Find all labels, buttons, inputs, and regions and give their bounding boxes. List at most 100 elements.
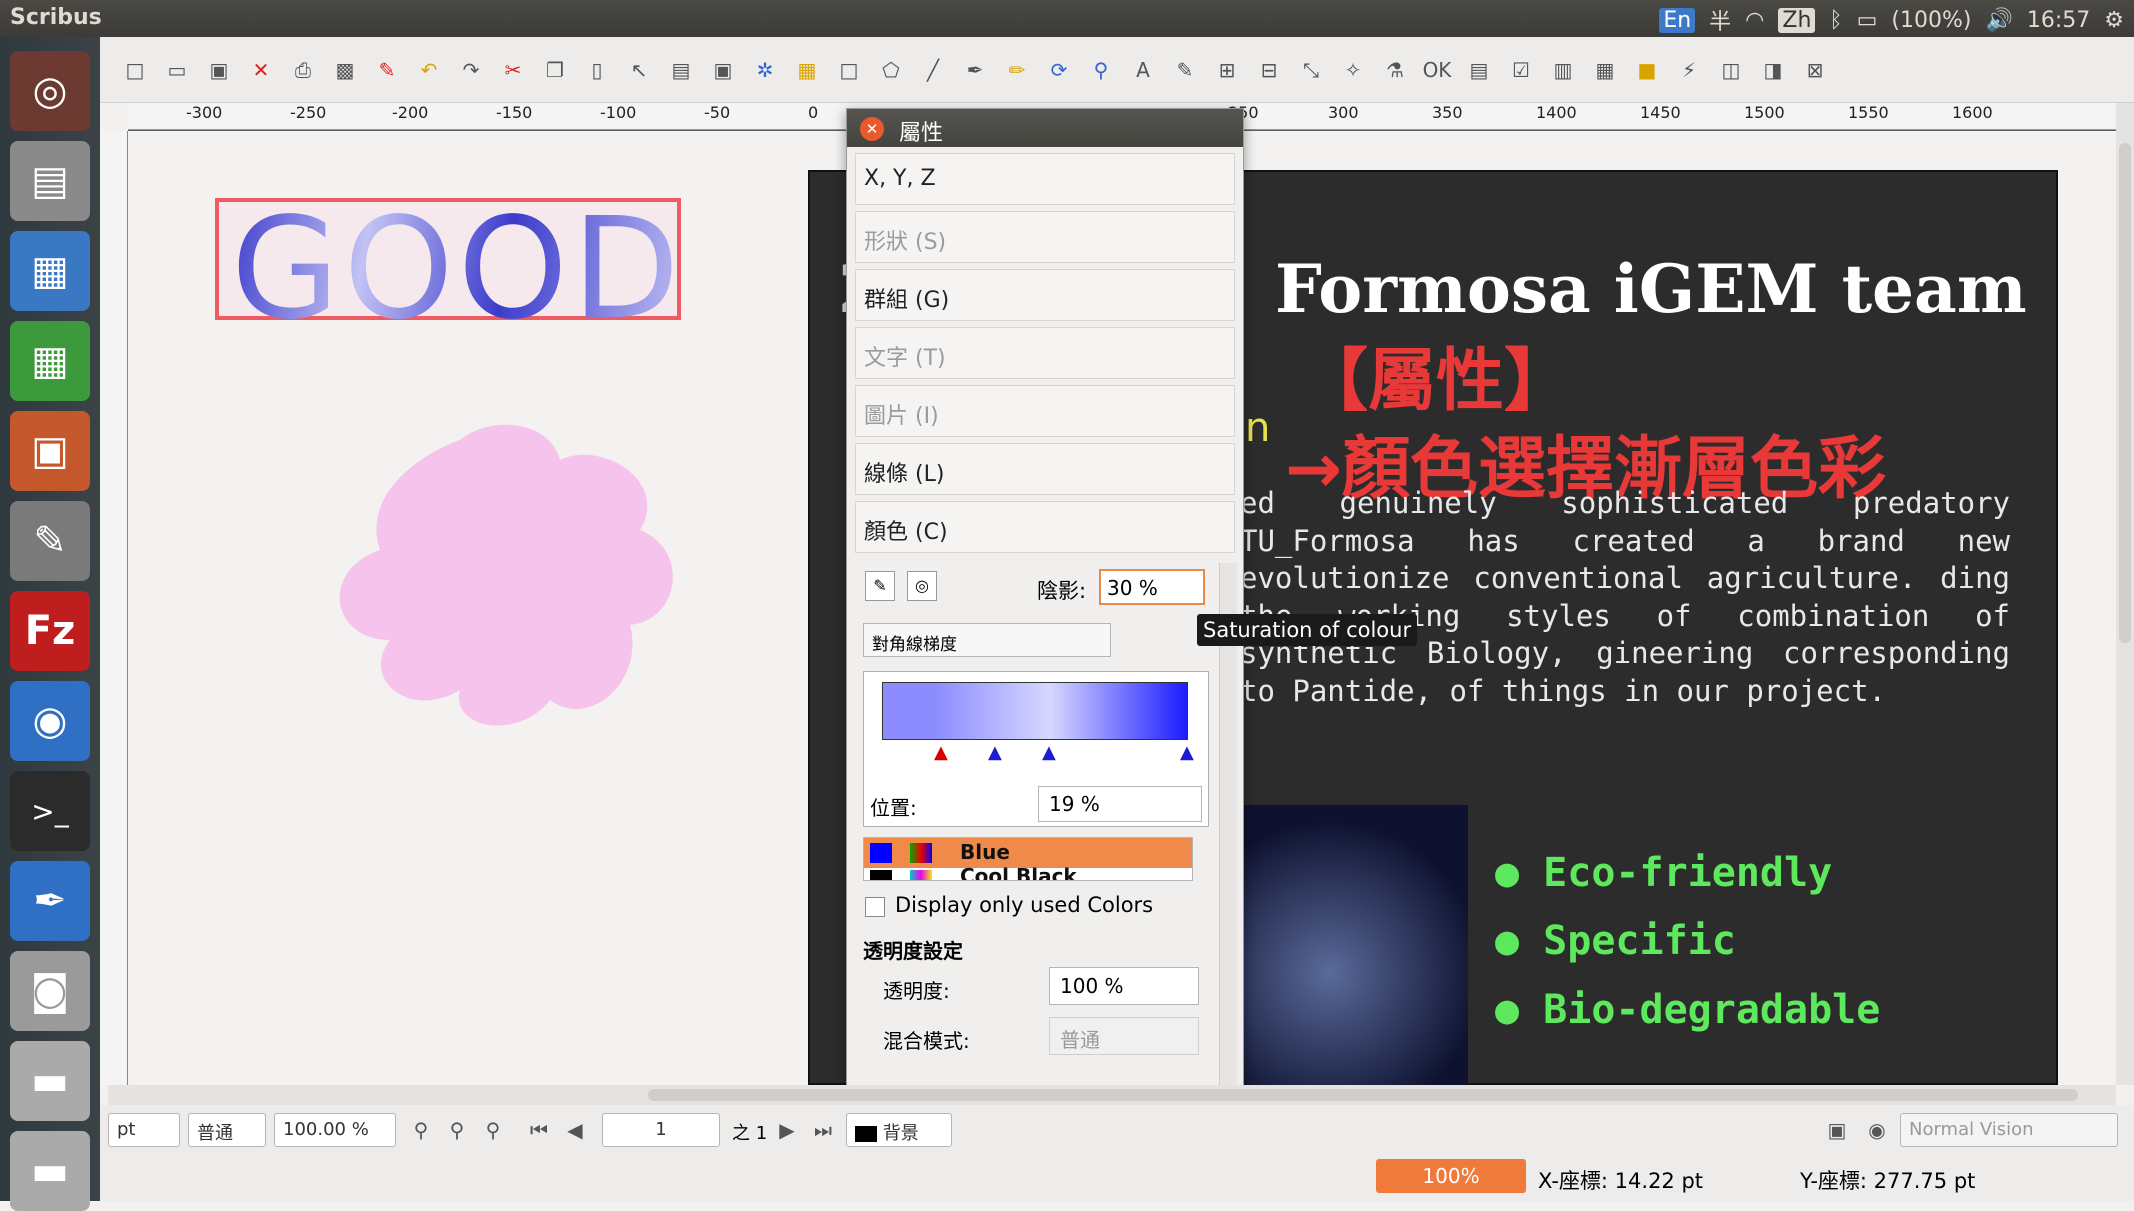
bluetooth-icon[interactable]: ᛒ: [1829, 8, 1842, 33]
unlink-frames-icon[interactable]: ⊟: [1254, 55, 1284, 85]
display-used-checkbox[interactable]: [865, 897, 885, 917]
gradient-stop[interactable]: ▲: [988, 742, 1002, 763]
copy-props-icon[interactable]: ✧: [1338, 55, 1368, 85]
last-page-icon[interactable]: ⏭: [808, 1115, 838, 1145]
layer-select[interactable]: 背景: [846, 1113, 952, 1147]
new-doc-icon[interactable]: □: [120, 55, 150, 85]
battery-icon[interactable]: ▭: [1857, 8, 1878, 33]
line-color-icon[interactable]: ✎: [865, 571, 895, 601]
rotate-icon[interactable]: ⟳: [1044, 55, 1074, 85]
vertical-scrollbar[interactable]: [2116, 103, 2134, 1085]
bezier-icon[interactable]: ✒: [960, 55, 990, 85]
fill-color-icon[interactable]: ◎: [907, 571, 937, 601]
gradient-type-select[interactable]: 對角線梯度: [863, 623, 1111, 657]
opacity-input[interactable]: 100 %: [1049, 967, 1199, 1005]
section-color[interactable]: 顏色 (C): [855, 501, 1235, 553]
zoom-input[interactable]: 100.00 %: [274, 1113, 396, 1147]
edit-mode-icon[interactable]: ◨: [1758, 55, 1788, 85]
color-list[interactable]: Blue Cool Black: [863, 837, 1193, 881]
panel-titlebar[interactable]: ✕ 屬性: [847, 109, 1243, 147]
color-list-item[interactable]: Cool Black: [864, 864, 1192, 880]
text-frame-icon[interactable]: ▤: [666, 55, 696, 85]
pdf-combobox-icon[interactable]: ▥: [1548, 55, 1578, 85]
position-input[interactable]: 19 %: [1038, 786, 1202, 822]
terminal-icon[interactable]: >_: [10, 771, 90, 851]
undo-icon[interactable]: ↶: [414, 55, 444, 85]
page-input[interactable]: 1: [602, 1113, 720, 1147]
chromium-icon[interactable]: ◉: [10, 681, 90, 761]
render-frame-icon[interactable]: ✲: [750, 55, 780, 85]
pdf-annotation-icon[interactable]: ■: [1632, 55, 1662, 85]
vision-eye-icon[interactable]: ◉: [1862, 1115, 1892, 1145]
polygon-icon[interactable]: ⬠: [876, 55, 906, 85]
half-width-indicator[interactable]: 半: [1709, 4, 1731, 36]
zoom-icon[interactable]: ⚲: [1086, 55, 1116, 85]
input-en-indicator[interactable]: En: [1659, 7, 1696, 33]
files-icon[interactable]: ▤: [10, 141, 90, 221]
select-icon[interactable]: ↖: [624, 55, 654, 85]
settings-icon[interactable]: ✎: [10, 501, 90, 581]
pdf-icon[interactable]: ✎: [372, 55, 402, 85]
image-mode-select[interactable]: 普通: [188, 1113, 266, 1147]
print-icon[interactable]: ⎙: [288, 55, 318, 85]
copy-icon[interactable]: ❐: [540, 55, 570, 85]
first-page-icon[interactable]: ⏮: [524, 1115, 554, 1145]
vertical-ruler[interactable]: [100, 131, 128, 1085]
table-icon[interactable]: ▦: [792, 55, 822, 85]
section-group[interactable]: 群組 (G): [855, 269, 1235, 321]
preview-mode-icon[interactable]: ◫: [1716, 55, 1746, 85]
vision-select[interactable]: Normal Vision: [1900, 1113, 2118, 1147]
clock[interactable]: 16:57: [2027, 8, 2090, 33]
gradient-stop[interactable]: ▲: [1180, 742, 1194, 763]
paste-icon[interactable]: ▯: [582, 55, 612, 85]
disk-icon[interactable]: ▬: [10, 1041, 90, 1121]
filezilla-icon[interactable]: Fz: [10, 591, 90, 671]
camera-icon[interactable]: ◙: [10, 951, 90, 1031]
calc-icon[interactable]: ▦: [10, 321, 90, 401]
horizontal-scrollbar[interactable]: [108, 1085, 2116, 1105]
freehand-icon[interactable]: ✏: [1002, 55, 1032, 85]
section-shape[interactable]: 形狀 (S): [855, 211, 1235, 263]
blend-mode-select[interactable]: 普通: [1049, 1017, 1199, 1055]
input-zh-indicator[interactable]: Zh: [1778, 7, 1816, 33]
zoom-100-icon[interactable]: ⚲: [442, 1115, 472, 1145]
ubuntu-icon[interactable]: ◎: [10, 51, 90, 131]
preflight-icon[interactable]: ▩: [330, 55, 360, 85]
redo-icon[interactable]: ↷: [456, 55, 486, 85]
next-page-icon[interactable]: ▶: [772, 1115, 802, 1145]
close-toolbar-icon[interactable]: ⊠: [1800, 55, 1830, 85]
section-image[interactable]: 圖片 (I): [855, 385, 1235, 437]
pdf-checkbox-icon[interactable]: ☑: [1506, 55, 1536, 85]
pdf-listbox-icon[interactable]: ▦: [1590, 55, 1620, 85]
writer-icon[interactable]: ▦: [10, 231, 90, 311]
close-doc-icon[interactable]: ✕: [246, 55, 276, 85]
disk2-icon[interactable]: ▬: [10, 1131, 90, 1211]
pdf-textfield-icon[interactable]: ▤: [1464, 55, 1494, 85]
flower-shape[interactable]: [320, 420, 710, 740]
section-text[interactable]: 文字 (T): [855, 327, 1235, 379]
close-icon[interactable]: ✕: [860, 117, 884, 141]
gradient-stop-selected[interactable]: ▲: [934, 742, 948, 763]
image-frame-icon[interactable]: ▣: [708, 55, 738, 85]
zoom-out-icon[interactable]: ⚲: [406, 1115, 436, 1145]
eyedropper-icon[interactable]: ⚗: [1380, 55, 1410, 85]
measure-icon[interactable]: ⤡: [1296, 55, 1326, 85]
pdf-link-icon[interactable]: ⚡: [1674, 55, 1704, 85]
section-xyz[interactable]: X, Y, Z: [855, 153, 1235, 205]
cut-icon[interactable]: ✂: [498, 55, 528, 85]
open-icon[interactable]: ▭: [162, 55, 192, 85]
section-line[interactable]: 線條 (L): [855, 443, 1235, 495]
shape-icon[interactable]: □: [834, 55, 864, 85]
pdf-button-icon[interactable]: OK: [1422, 55, 1452, 85]
gradient-editor[interactable]: ▲ ▲ ▲ ▲ 位置: 19 %: [863, 671, 1209, 827]
line-icon[interactable]: ╱: [918, 55, 948, 85]
gear-icon[interactable]: ⚙: [2104, 8, 2124, 33]
good-text-frame[interactable]: GOOD: [215, 188, 681, 351]
wifi-icon[interactable]: ◠: [1745, 8, 1764, 33]
zoom-in-icon[interactable]: ⚲: [478, 1115, 508, 1145]
impress-icon[interactable]: ▣: [10, 411, 90, 491]
gradient-stop[interactable]: ▲: [1042, 742, 1056, 763]
save-icon[interactable]: ▣: [204, 55, 234, 85]
prev-page-icon[interactable]: ◀: [560, 1115, 590, 1145]
link-frames-icon[interactable]: ⊞: [1212, 55, 1242, 85]
